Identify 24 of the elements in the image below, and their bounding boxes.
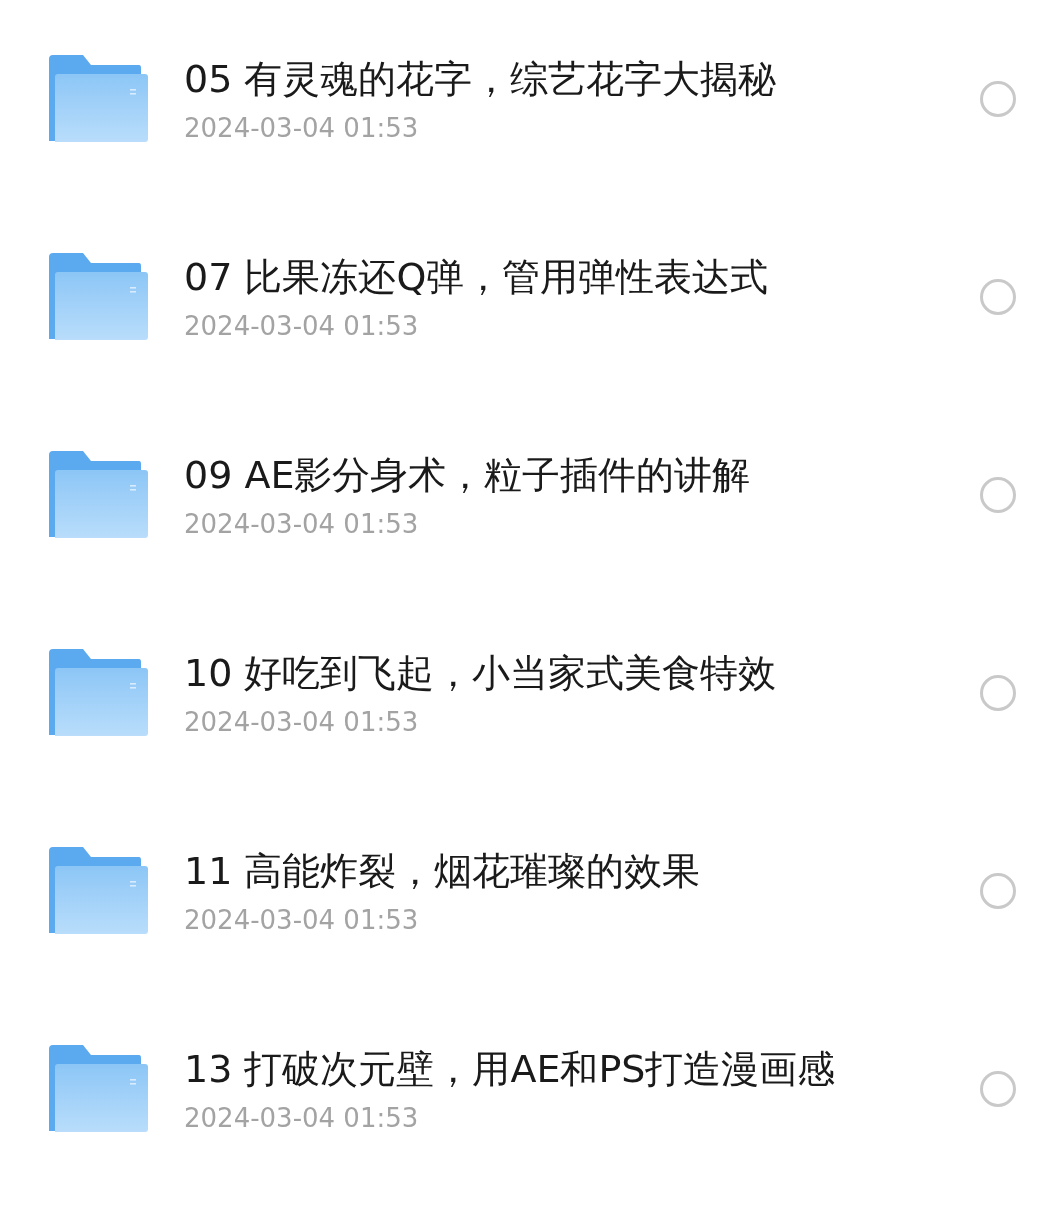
select-radio[interactable] <box>980 279 1016 315</box>
modified-date: 2024-03-04 01:53 <box>184 904 420 937</box>
folder-name: 07 比果冻还Q弹，管用弹性表达式 <box>184 254 770 301</box>
folder-icon <box>49 1045 149 1133</box>
folder-icon <box>49 55 149 143</box>
folder-name: 10 好吃到飞起，小当家式美食特效 <box>184 650 778 697</box>
modified-date: 2024-03-04 01:53 <box>184 310 420 343</box>
select-radio[interactable] <box>980 81 1016 117</box>
modified-date: 2024-03-04 01:53 <box>184 706 420 739</box>
folder-name: 13 打破次元壁，用AE和PS打造漫画感 <box>184 1046 837 1093</box>
modified-date: 2024-03-04 01:53 <box>184 1102 420 1135</box>
modified-date: 2024-03-04 01:53 <box>184 112 420 145</box>
select-radio[interactable] <box>980 675 1016 711</box>
folder-icon <box>49 649 149 737</box>
folder-name: 09 AE影分身术，粒子插件的讲解 <box>184 452 752 499</box>
modified-date: 2024-03-04 01:53 <box>184 508 420 541</box>
folder-name: 11 高能炸裂，烟花璀璨的效果 <box>184 848 702 895</box>
folder-icon <box>49 253 149 341</box>
select-radio[interactable] <box>980 873 1016 909</box>
folder-icon <box>49 451 149 539</box>
folder-icon <box>49 847 149 935</box>
folder-name: 05 有灵魂的花字，综艺花字大揭秘 <box>184 56 778 103</box>
select-radio[interactable] <box>980 1071 1016 1107</box>
select-radio[interactable] <box>980 477 1016 513</box>
